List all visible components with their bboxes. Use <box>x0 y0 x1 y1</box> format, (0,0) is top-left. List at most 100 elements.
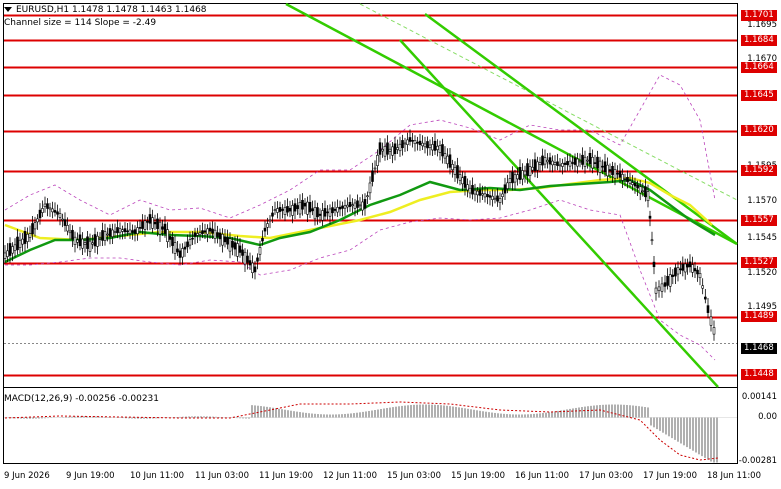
macd-bar <box>704 417 706 458</box>
macd-bar <box>329 414 331 418</box>
macd-bar <box>641 406 643 418</box>
macd-bar <box>611 404 613 418</box>
macd-bar <box>203 416 205 418</box>
candle-body <box>171 237 174 246</box>
macd-scale-zero: 0.00 <box>758 412 777 422</box>
macd-bar <box>257 405 259 418</box>
candle-body <box>373 167 377 170</box>
price-scale-label: 1.1570 <box>747 196 777 206</box>
candle-body <box>351 204 354 206</box>
macd-bar <box>242 417 244 419</box>
candle-body <box>11 246 14 254</box>
macd-bar <box>83 416 85 418</box>
macd-bar <box>188 416 190 418</box>
macd-bar <box>212 416 214 418</box>
time-label: 15 Jun 03:00 <box>387 471 441 481</box>
macd-bar <box>578 407 580 418</box>
candle-body <box>451 164 454 170</box>
candle-body <box>691 264 694 273</box>
candle-body <box>73 236 77 245</box>
candle-body <box>333 208 337 211</box>
candle-body <box>186 241 189 248</box>
candle-body <box>163 223 167 234</box>
candle-body <box>151 217 154 229</box>
candle-body <box>478 189 482 196</box>
macd-bar <box>608 404 610 418</box>
macd-bar <box>656 417 658 430</box>
candle-body <box>563 162 567 165</box>
time-label: 11 Jun 19:00 <box>259 471 313 481</box>
macd-bar <box>551 411 553 418</box>
candle-body <box>683 263 687 273</box>
candle-body <box>113 231 117 233</box>
candle-body <box>628 180 632 184</box>
macd-bar <box>302 412 304 418</box>
candle-body <box>326 211 329 214</box>
macd-bar <box>452 406 454 418</box>
candle-body <box>301 199 304 210</box>
candle-body <box>513 174 517 183</box>
macd-bar <box>716 417 718 463</box>
macd-bar <box>377 409 379 418</box>
candle-body <box>650 239 654 242</box>
candle-body <box>66 225 69 232</box>
candle-body <box>551 160 554 166</box>
candle-body <box>618 170 622 178</box>
candle-body <box>378 142 382 155</box>
macd-bar <box>317 414 319 418</box>
macd-bar <box>95 416 97 418</box>
macd-bar <box>518 414 520 418</box>
candle-body <box>543 157 547 165</box>
candle-body <box>298 201 302 215</box>
macd-bar <box>209 416 211 418</box>
candle-body <box>698 273 702 279</box>
candle-body <box>33 222 37 230</box>
candle-body <box>553 162 557 165</box>
macd-bar <box>311 413 313 418</box>
candle-body <box>38 209 42 219</box>
macd-bar <box>356 412 358 418</box>
macd-scale-bottom: -0.00281 <box>738 456 777 466</box>
candle-body <box>266 223 269 228</box>
candle-body <box>391 146 394 156</box>
chart-canvas[interactable] <box>0 0 781 489</box>
macd-bar <box>710 417 712 462</box>
candle-body <box>501 193 504 197</box>
candle-body <box>652 261 656 268</box>
candle-body <box>623 178 627 180</box>
candle-body <box>631 182 634 185</box>
macd-bar <box>197 416 199 418</box>
collapse-triangle-icon[interactable] <box>4 7 12 12</box>
candle-body <box>283 206 287 215</box>
macd-bar <box>491 412 493 418</box>
candle-body <box>228 238 232 252</box>
candle-body <box>403 142 407 145</box>
candle-body <box>311 208 314 212</box>
candle-body <box>198 232 202 236</box>
candle-body <box>3 252 7 259</box>
candle-body <box>626 177 629 182</box>
macd-bar <box>500 413 502 418</box>
macd-bar <box>542 413 544 418</box>
candle-body <box>428 144 432 148</box>
candle-body <box>296 205 299 210</box>
price-scale-label: 1.1545 <box>747 233 777 243</box>
candle-body <box>660 283 664 292</box>
candle-body <box>176 248 179 253</box>
candle-body <box>633 182 637 187</box>
macd-bar <box>206 416 208 418</box>
macd-bar <box>32 417 34 419</box>
candle-body <box>556 161 559 166</box>
candle-body <box>408 137 412 142</box>
candle-body <box>646 191 650 202</box>
macd-bar <box>239 417 241 419</box>
level-box: 1.1592 <box>741 165 777 176</box>
candle-body <box>168 236 172 240</box>
macd-bar <box>182 416 184 418</box>
macd-bar <box>365 411 367 418</box>
macd-bar <box>632 405 634 418</box>
macd-bar <box>437 404 439 418</box>
candle-body <box>316 207 319 218</box>
macd-bar <box>581 407 583 418</box>
candle-body <box>61 218 64 221</box>
